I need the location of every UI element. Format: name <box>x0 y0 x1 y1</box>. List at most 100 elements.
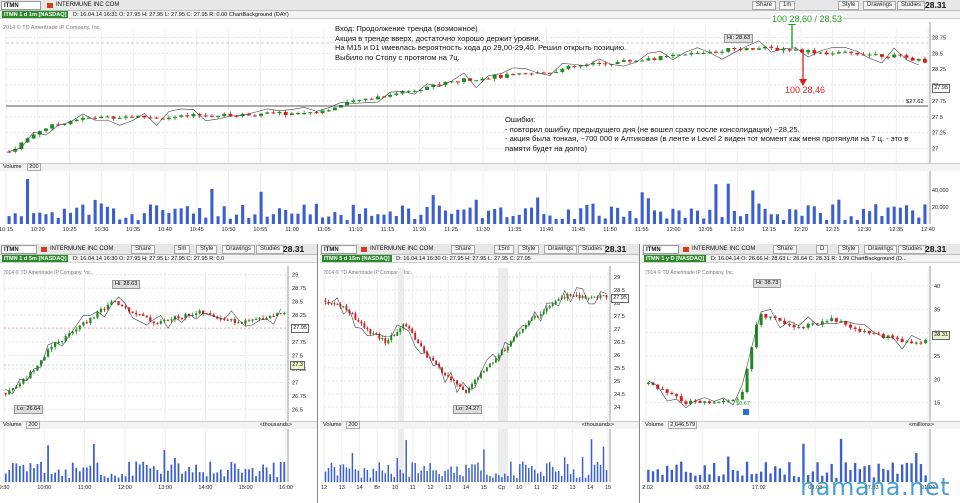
candle <box>485 367 488 372</box>
volume-bar <box>665 465 669 482</box>
volume-bar <box>456 466 458 482</box>
candle <box>581 296 584 299</box>
candle <box>117 117 122 119</box>
x-tick-label: 11:15 <box>381 227 395 233</box>
volume-bar <box>44 214 48 224</box>
candle <box>179 115 184 117</box>
volume-bar <box>393 477 395 482</box>
candle <box>216 115 221 117</box>
candle <box>701 52 706 54</box>
candle <box>406 90 411 92</box>
candle <box>180 318 184 320</box>
candle <box>336 303 339 305</box>
volume-bar <box>411 462 413 482</box>
volume-bar <box>413 219 417 224</box>
volume-bar <box>8 470 11 482</box>
candle <box>597 63 602 65</box>
volume-bar <box>327 468 330 482</box>
volume-bar <box>426 471 428 482</box>
candle <box>156 323 159 325</box>
volume-bar <box>634 218 638 224</box>
errors-note-line: памяти будет на долго) <box>505 143 588 153</box>
volume-bar <box>149 468 152 482</box>
volume-bar <box>13 213 17 224</box>
x-tick-label: 10:00 <box>37 485 51 491</box>
candle <box>89 317 92 323</box>
x-tick-label: 11:00 <box>285 227 299 233</box>
candle <box>602 295 605 297</box>
hi-label: Hi: 28.63 <box>112 280 141 289</box>
x-tick-label: 11 <box>534 485 540 491</box>
candle <box>203 115 208 117</box>
candle <box>554 300 557 305</box>
volume-bar <box>216 216 220 224</box>
volume-bar <box>173 208 177 224</box>
x-tick-label: Вт <box>374 485 381 491</box>
volume-bar <box>794 209 798 224</box>
volume-bar <box>62 208 66 224</box>
candle <box>712 402 716 404</box>
volume-bar <box>68 478 71 482</box>
volume-bar <box>443 210 448 224</box>
volume-bar <box>103 476 106 482</box>
volume-bar <box>736 470 739 482</box>
candle <box>399 328 402 333</box>
volume-bar <box>124 476 127 482</box>
candle <box>342 306 345 308</box>
x-tick-label: 13:00 <box>158 485 172 491</box>
volume-bar <box>782 220 786 224</box>
candle <box>194 313 198 315</box>
volume-bar <box>523 208 527 224</box>
candle <box>145 315 148 318</box>
volume-bar <box>788 209 792 224</box>
candle <box>173 116 178 118</box>
volume-bar <box>661 474 664 482</box>
candle <box>914 342 918 344</box>
candle <box>295 113 300 115</box>
volume-bar <box>339 465 342 482</box>
candle <box>660 388 664 390</box>
volume-bar <box>548 215 552 224</box>
volume-bar <box>616 207 620 224</box>
volume-bar <box>566 209 570 224</box>
volume-bar <box>505 217 509 224</box>
volume-label: Volume <box>323 422 342 428</box>
candle <box>867 54 872 56</box>
candle <box>811 323 815 325</box>
volume-bar <box>511 215 515 224</box>
x-tick-label: 11:40 <box>540 227 554 233</box>
volume-bar <box>499 207 503 224</box>
volume-bar <box>597 215 601 224</box>
volume-bar <box>57 469 60 482</box>
volume-bar <box>100 474 102 482</box>
candle <box>120 304 124 307</box>
volume-bar <box>486 210 491 224</box>
volume-bar <box>831 204 835 224</box>
volume-bar <box>429 463 431 482</box>
candle <box>916 58 921 61</box>
volume-bar <box>170 464 173 482</box>
volume-bar <box>205 476 208 482</box>
volume-bar <box>163 449 166 482</box>
candle <box>764 314 768 318</box>
volume-bar <box>284 209 288 224</box>
volume-value: 200 <box>27 163 41 171</box>
candle <box>504 74 509 78</box>
candle <box>627 60 632 62</box>
lo-label: Lo: 26.64 <box>14 405 44 414</box>
volume-bar <box>130 214 134 224</box>
y-tick-label: 27 <box>932 146 938 152</box>
candle <box>226 319 229 321</box>
volume-bar <box>605 470 608 482</box>
candle <box>703 401 707 403</box>
volume-bar <box>61 475 64 482</box>
candle <box>455 81 460 83</box>
volume-bar <box>364 208 368 224</box>
candle <box>919 342 923 344</box>
candle <box>658 56 663 61</box>
volume-bar <box>694 475 697 482</box>
volume-bar <box>745 461 749 482</box>
volume-bar <box>93 443 95 482</box>
candle <box>154 117 159 119</box>
candle <box>545 307 548 312</box>
